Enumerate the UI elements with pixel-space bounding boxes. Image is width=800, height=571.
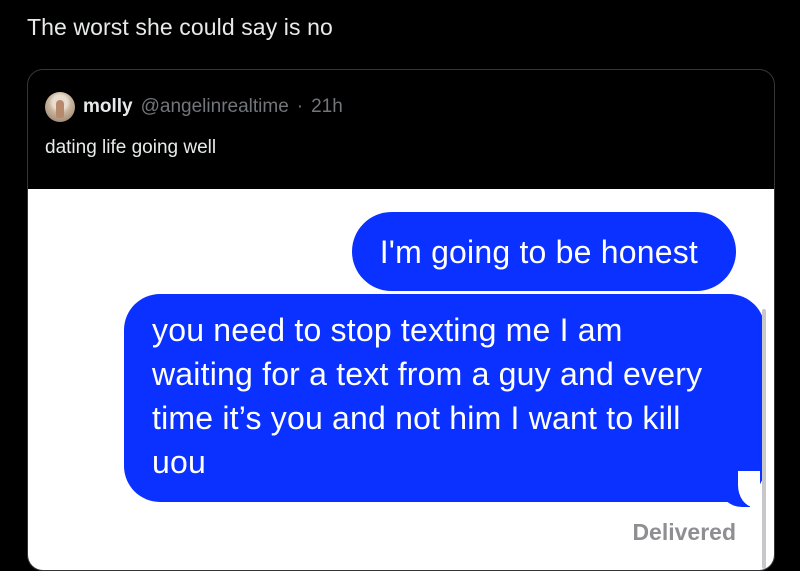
message-bubble: I'm going to be honest <box>351 212 736 291</box>
message-screenshot-image[interactable]: I'm going to be honest you need to stop … <box>28 189 774 570</box>
message-bubble: you need to stop texting me I am waiting… <box>124 294 765 502</box>
avatar[interactable] <box>45 92 75 122</box>
display-name[interactable]: molly <box>83 96 133 118</box>
quoted-tweet-header: molly @angelinrealtime · 21h <box>45 92 343 122</box>
scrollbar[interactable] <box>762 309 766 569</box>
user-handle[interactable]: @angelinrealtime <box>141 96 289 118</box>
quoted-tweet-text: dating life going well <box>45 137 217 158</box>
quoted-tweet-card[interactable]: molly @angelinrealtime · 21h dating life… <box>27 69 775 571</box>
tweet-text: The worst she could say is no <box>27 14 333 40</box>
timestamp[interactable]: 21h <box>311 96 343 118</box>
separator-dot: · <box>296 96 304 117</box>
bubble-tail-icon <box>720 471 760 507</box>
delivery-status: Delivered <box>632 519 736 545</box>
